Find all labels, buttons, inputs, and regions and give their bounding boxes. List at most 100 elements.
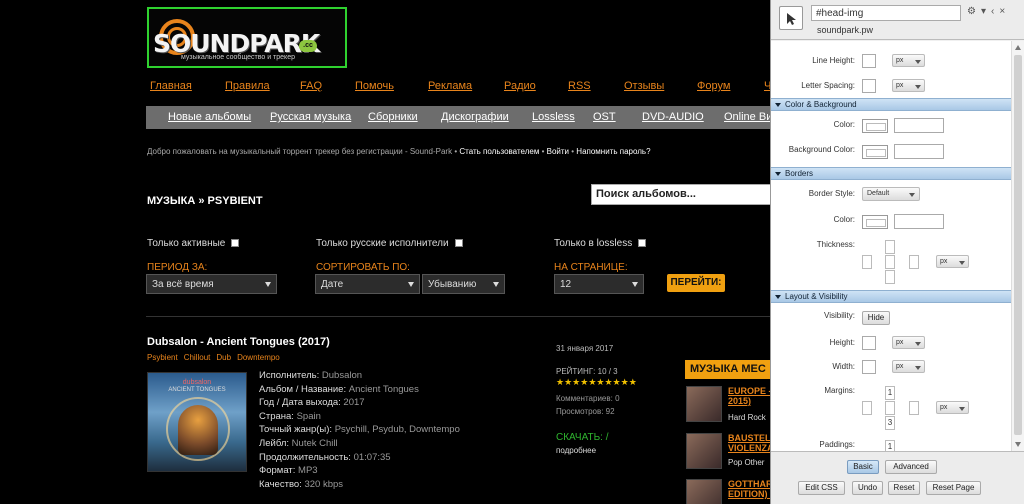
category-ost[interactable]: OST — [593, 111, 616, 123]
site-logo[interactable]: SOUNDPARK .cc музыкальное сообщество и т… — [147, 7, 347, 68]
only-russian-checkbox[interactable] — [454, 239, 463, 248]
thickness-top-input[interactable] — [885, 240, 895, 254]
margin-bottom-input[interactable]: 3 — [885, 416, 895, 430]
album-search-input[interactable]: Поиск альбомов... — [591, 184, 781, 205]
nav-link-reviews[interactable]: Отзывы — [624, 80, 664, 92]
only-active-checkbox[interactable] — [231, 239, 240, 248]
star-icon[interactable]: ★ — [556, 377, 564, 387]
category-discographies[interactable]: Дискографии — [441, 111, 509, 123]
width-unit-select[interactable]: px — [892, 360, 925, 373]
star-icon[interactable]: ★ — [604, 377, 612, 387]
per-page-select[interactable]: 12 — [554, 274, 644, 294]
thickness-right-input[interactable] — [909, 255, 919, 269]
only-lossless-checkbox[interactable] — [638, 239, 647, 248]
album-title-link[interactable]: Dubsalon - Ancient Tongues (2017) — [147, 336, 330, 348]
section-color-background[interactable]: Color & Background — [771, 98, 1011, 111]
margin-top-input[interactable]: 1 — [885, 386, 895, 400]
filter-only-active[interactable]: Только активные — [147, 238, 240, 249]
letter-spacing-input[interactable] — [862, 79, 876, 93]
filter-only-lossless[interactable]: Только в lossless — [554, 238, 647, 249]
thickness-center-input[interactable] — [885, 255, 895, 269]
padding-top-input[interactable]: 1 — [885, 440, 895, 451]
nav-link-ads[interactable]: Реклама — [428, 80, 472, 92]
scroll-down-icon[interactable] — [1015, 442, 1021, 447]
thickness-left-input[interactable] — [862, 255, 872, 269]
section-layout-visibility[interactable]: Layout & Visibility — [771, 290, 1011, 303]
scroll-up-icon[interactable] — [1015, 45, 1021, 50]
height-unit-select[interactable]: px — [892, 336, 925, 349]
edit-css-button[interactable]: Edit CSS — [798, 481, 845, 495]
go-button[interactable]: ПЕРЕЙТИ: — [667, 274, 725, 292]
tag-link[interactable]: Chillout — [184, 353, 211, 362]
remind-password-link[interactable]: Напомнить пароль? — [576, 147, 650, 156]
sort-select[interactable]: Дате — [315, 274, 420, 294]
height-input[interactable] — [862, 336, 876, 350]
letter-spacing-unit-select[interactable]: px — [892, 79, 925, 92]
basic-mode-button[interactable]: Basic — [847, 460, 879, 474]
category-new-albums[interactable]: Новые альбомы — [168, 111, 251, 123]
filter-only-russian[interactable]: Только русские исполнители — [316, 238, 463, 249]
reset-button[interactable]: Reset — [888, 481, 920, 495]
order-select[interactable]: Убыванию — [422, 274, 505, 294]
tag-link[interactable]: Psybient — [147, 353, 178, 362]
tag-link[interactable]: Dub — [216, 353, 231, 362]
editor-scrollbar[interactable] — [1011, 41, 1024, 451]
category-dvd-audio[interactable]: DVD-AUDIO — [642, 111, 704, 123]
margin-left-input[interactable] — [862, 401, 872, 415]
category-compilations[interactable]: Сборники — [368, 111, 418, 123]
line-height-input[interactable] — [862, 54, 876, 68]
star-icon[interactable]: ★ — [564, 377, 572, 387]
thickness-bottom-input[interactable] — [885, 270, 895, 284]
nav-link-home[interactable]: Главная — [150, 80, 192, 92]
gear-icon[interactable]: ⚙ — [967, 6, 976, 17]
margin-center-input[interactable] — [885, 401, 895, 415]
undo-button[interactable]: Undo — [852, 481, 883, 495]
more-details-link[interactable]: подробнее — [556, 446, 596, 455]
star-icon[interactable]: ★ — [613, 377, 621, 387]
color-swatch[interactable] — [862, 119, 888, 133]
sidebar-album-thumb[interactable] — [686, 433, 722, 469]
category-russian[interactable]: Русская музыка — [270, 111, 351, 123]
sidebar-album-title[interactable]: GOTTHAR EDITION) ( — [728, 479, 773, 499]
category-lossless[interactable]: Lossless — [532, 111, 575, 123]
register-link[interactable]: Стать пользователем — [459, 147, 539, 156]
thickness-unit-select[interactable]: px — [936, 255, 969, 268]
chevron-down-icon[interactable]: ▾ — [981, 6, 986, 17]
star-icon[interactable]: ★ — [629, 377, 637, 387]
tag-link[interactable]: Downtempo — [237, 353, 280, 362]
sidebar-album-title[interactable]: EUROPE -2015) — [728, 386, 772, 406]
margins-unit-select[interactable]: px — [936, 401, 969, 414]
hide-button[interactable]: Hide — [862, 311, 890, 325]
login-link[interactable]: Войти — [547, 147, 569, 156]
line-height-unit-select[interactable]: px — [892, 54, 925, 67]
selector-field[interactable]: #head-img — [811, 5, 961, 21]
color-input[interactable] — [894, 118, 944, 133]
sidebar-album-thumb[interactable] — [686, 479, 722, 504]
rating-stars[interactable]: ★★★★★★★★★★ — [556, 377, 637, 388]
border-color-input[interactable] — [894, 214, 944, 229]
collapse-icon[interactable]: ‹ — [991, 6, 994, 17]
category-online-video[interactable]: Online Ви — [724, 111, 772, 123]
section-borders[interactable]: Borders — [771, 167, 1011, 180]
element-picker-button[interactable] — [779, 6, 803, 30]
nav-link-rules[interactable]: Правила — [225, 80, 270, 92]
advanced-mode-button[interactable]: Advanced — [885, 460, 937, 474]
download-link[interactable]: СКАЧАТЬ: / — [556, 432, 609, 443]
background-color-input[interactable] — [894, 144, 944, 159]
sidebar-album-title[interactable]: BAUSTEL VIOLENZA — [728, 433, 774, 453]
album-cover[interactable]: dubsalon ANCIENT TONGUES — [147, 372, 247, 472]
background-color-swatch[interactable] — [862, 145, 888, 159]
scroll-thumb[interactable] — [1014, 55, 1022, 435]
close-icon[interactable]: × — [999, 6, 1005, 17]
nav-link-radio[interactable]: Радио — [504, 80, 536, 92]
width-input[interactable] — [862, 360, 876, 374]
sidebar-album-thumb[interactable] — [686, 386, 722, 422]
reset-page-button[interactable]: Reset Page — [926, 481, 981, 495]
margin-right-input[interactable] — [909, 401, 919, 415]
nav-link-help[interactable]: Помочь — [355, 80, 394, 92]
nav-link-faq[interactable]: FAQ — [300, 80, 322, 92]
border-color-swatch[interactable] — [862, 215, 888, 229]
period-select[interactable]: За всё время — [146, 274, 277, 294]
nav-link-forum[interactable]: Форум — [697, 80, 730, 92]
nav-link-rss[interactable]: RSS — [568, 80, 591, 92]
